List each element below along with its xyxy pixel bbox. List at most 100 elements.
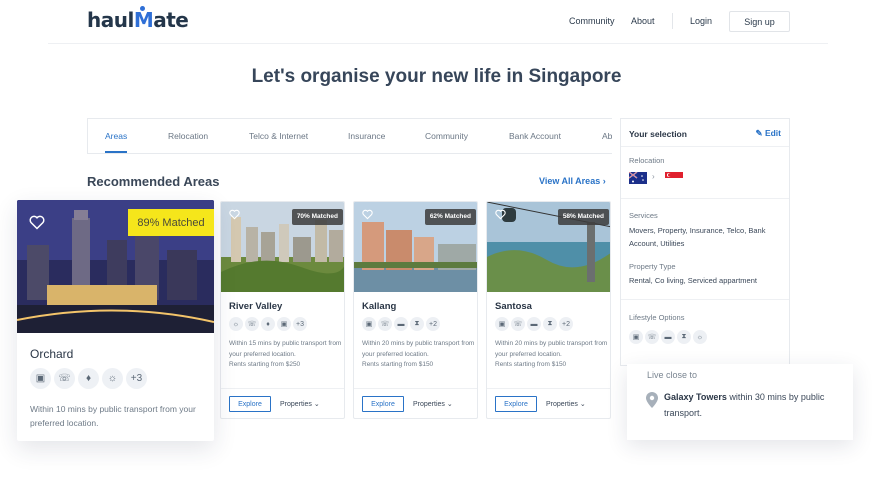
properties-label: Properties [546,401,578,408]
properties-label: Properties [413,401,445,408]
properties-label: Properties [280,401,312,408]
car-icon: ▬ [394,317,408,331]
singapore-flag-icon [665,172,683,184]
heart-icon[interactable] [362,209,373,220]
card-divider [354,388,477,389]
lifestyle-label: Lifestyle Options [629,313,685,322]
heart-icon[interactable] [229,209,240,220]
heart-icon[interactable] [29,215,45,230]
telco-icon: ☏ [245,317,259,331]
area-card-river-valley[interactable]: 70% Matched River Valley ☼ ☏ ♦ ▣ +3 With… [220,201,345,419]
view-all-areas-link[interactable]: View All Areas › [539,176,606,186]
tab-bank-account[interactable]: Bank Account [509,119,561,153]
property-type-value: Rental, Co living, Serviced appartment [629,276,757,285]
live-close-place: Galaxy Towers [664,392,727,402]
lifestyle-icons: ▣ ☏ ▬ ⧗ ☼ [629,330,707,344]
logo-text-m: M [133,8,154,32]
match-badge: 89% Matched [128,209,214,236]
area-card-kallang[interactable]: 62% Matched Kallang ▣ ☏ ▬ ⧗ +2 Within 20… [353,201,478,419]
movers-icon: ▣ [277,317,291,331]
insurance-icon: ♦ [261,317,275,331]
tab-areas[interactable]: Areas [105,119,127,153]
utilities-icon: ☼ [229,317,243,331]
panel-divider [621,198,789,199]
services-value: Movers, Property, Insurance, Telco, Bank… [629,226,766,248]
insurance-icon: ♦ [78,368,99,389]
tab-insurance[interactable]: Insurance [348,119,385,153]
explore-button[interactable]: Explore [362,396,404,412]
logo-m: M [133,6,154,32]
car-icon: ▬ [527,317,541,331]
amenity-icons: ▣ ☏ ▬ ⧗ +2 [495,317,573,331]
properties-dropdown[interactable]: Properties ⌄ [546,400,586,408]
match-badge: 62% Matched [424,209,476,225]
area-card-santosa[interactable]: 58% Matched Santosa ▣ ☏ ▬ ⧗ +2 Within 20… [486,201,611,419]
tab-community[interactable]: Community [425,119,468,153]
area-name: River Valley [229,301,283,312]
your-selection-panel: Your selection ✎ Edit Relocation › Servi… [620,118,790,366]
nav-login[interactable]: Login [690,16,712,26]
header-divider [48,43,828,44]
area-name: Kallang [362,301,397,312]
logo-dot-icon [139,6,145,11]
signup-button[interactable]: Sign up [729,11,790,32]
logo[interactable]: haul Mate [87,6,189,32]
amenity-icons: ▣ ☏ ♦ ☼ +3 [30,368,147,389]
movers-icon: ▣ [495,317,509,331]
more-count: +2 [426,317,440,331]
panel-divider [621,299,789,300]
card-divider [487,388,610,389]
tab-about-truncated[interactable]: Ab [602,119,612,153]
area-description: Within 10 mins by public transport from … [30,404,196,428]
area-rent: Rents starting from $150 [362,361,434,368]
hourglass-icon: ⧗ [543,317,557,331]
site-header: haul Mate Community About Login Sign up [0,0,873,44]
pencil-icon: ✎ [755,128,763,138]
relocation-label: Relocation [629,156,665,165]
area-name: Orchard [30,347,74,361]
tab-telco-internet[interactable]: Telco & Internet [249,119,308,153]
area-rent: Rents starting from $250 [229,361,301,368]
chevron-down-icon: ⌄ [446,401,453,408]
utilities-icon: ☼ [693,330,707,344]
telco-icon: ☏ [54,368,75,389]
australia-flag-icon [629,172,647,184]
logo-text-prefix: haul [87,8,134,32]
chevron-right-icon: › [602,176,606,186]
area-image: 62% Matched [354,202,477,292]
match-badge: 70% Matched [291,209,343,225]
nav-community[interactable]: Community [569,16,615,26]
amenity-icons: ☼ ☏ ♦ ▣ +3 [229,317,307,331]
properties-dropdown[interactable]: Properties ⌄ [413,400,453,408]
view-all-label: View All Areas [539,176,601,186]
featured-area-image: 89% Matched [17,200,214,333]
tab-relocation[interactable]: Relocation [168,119,208,153]
chevron-down-icon: ⌄ [313,401,320,408]
match-badge: 58% Matched [557,209,609,225]
more-count: +3 [126,368,147,389]
properties-dropdown[interactable]: Properties ⌄ [280,400,320,408]
page-title: Let's organise your new life in Singapor… [251,66,622,87]
telco-icon: ☏ [645,330,659,344]
services-label: Services [629,211,658,220]
more-count: +3 [293,317,307,331]
area-description: Within 15 mins by public transport from … [229,340,342,358]
active-tab-indicator [105,151,127,153]
category-tabs: Areas Relocation Telco & Internet Insura… [87,118,612,154]
telco-icon: ☏ [378,317,392,331]
explore-button[interactable]: Explore [229,396,271,412]
edit-selection-button[interactable]: ✎ Edit [755,128,781,139]
hourglass-icon: ⧗ [410,317,424,331]
area-description: Within 20 mins by public transport from … [495,340,608,358]
recommended-title: Recommended Areas [87,174,220,189]
featured-area-card-orchard[interactable]: 89% Matched Orchard ▣ ☏ ♦ ☼ +3 Within 10… [17,200,214,441]
live-close-description: Galaxy Towers within 30 mins by public t… [664,389,849,421]
panel-title: Your selection [629,129,687,139]
heart-icon[interactable] [495,209,506,220]
movers-icon: ▣ [362,317,376,331]
explore-button[interactable]: Explore [495,396,537,412]
nav-about[interactable]: About [631,16,655,26]
edit-label: Edit [764,128,781,138]
logo-text-suffix: ate [153,8,189,32]
arrow-right-icon: › [652,172,655,181]
